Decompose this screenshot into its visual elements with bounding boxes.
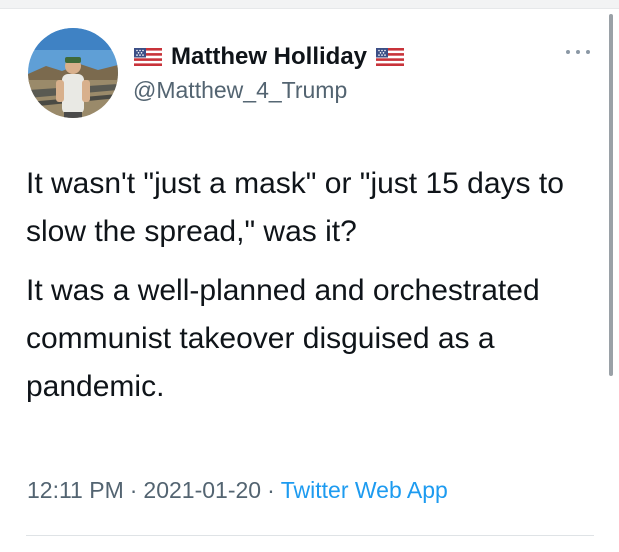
tweet-metadata: 12:11 PM · 2021-01-20 · Twitter Web App bbox=[27, 477, 448, 504]
tweet-paragraph: It was a well-planned and orchestrated c… bbox=[26, 274, 540, 403]
bottom-divider bbox=[26, 535, 594, 536]
tweet-source-link[interactable]: Twitter Web App bbox=[281, 477, 448, 503]
more-options-icon[interactable] bbox=[566, 46, 590, 58]
us-flag-icon bbox=[134, 48, 162, 66]
avatar[interactable] bbox=[28, 28, 118, 118]
author-handle[interactable]: @Matthew_4_Trump bbox=[133, 77, 347, 104]
more-dot bbox=[566, 50, 570, 54]
more-dot bbox=[576, 50, 580, 54]
meta-separator: · bbox=[129, 477, 138, 503]
scrollbar[interactable] bbox=[609, 14, 613, 376]
display-name[interactable]: Matthew Holliday bbox=[171, 43, 367, 71]
top-edge-divider bbox=[0, 0, 619, 9]
tweet-date[interactable]: 2021-01-20 bbox=[143, 477, 261, 503]
tweet-text: It wasn't "just a mask" or "just 15 days… bbox=[26, 160, 586, 411]
more-dot bbox=[586, 50, 590, 54]
author-name-row[interactable]: Matthew Holliday bbox=[134, 43, 405, 71]
avatar-photo bbox=[28, 28, 118, 118]
tweet-time[interactable]: 12:11 PM bbox=[27, 477, 124, 503]
tweet-paragraph: It wasn't "just a mask" or "just 15 days… bbox=[26, 167, 564, 248]
meta-separator: · bbox=[267, 477, 275, 503]
us-flag-icon bbox=[376, 48, 405, 66]
